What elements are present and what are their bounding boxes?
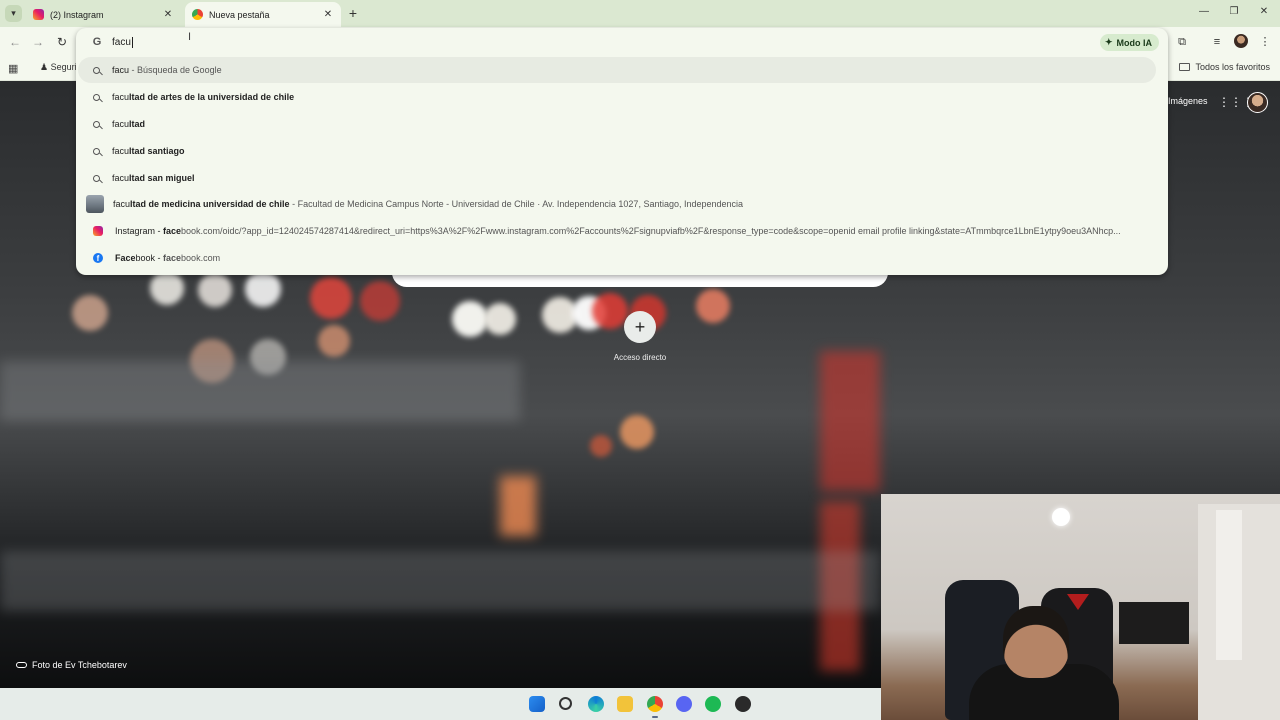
photo-credit-text: Foto de Ev Tchebotarev <box>32 660 127 670</box>
instagram-icon <box>33 9 44 20</box>
link-icon <box>16 662 27 668</box>
tab-title: (2) Instagram <box>50 9 104 20</box>
account-avatar[interactable] <box>1247 92 1268 113</box>
window-close-icon[interactable]: ✕ <box>1254 6 1274 17</box>
discord-icon[interactable] <box>676 696 692 712</box>
tab-title: Nueva pestaña <box>209 9 270 20</box>
suggestion-row[interactable]: facu - Búsqueda de Google <box>78 57 1156 83</box>
omnibox-text: facu <box>112 36 131 48</box>
suggestion-row[interactable]: facultad de artes de la universidad de c… <box>78 84 1156 110</box>
facebook-icon: f <box>93 253 103 263</box>
reload-icon[interactable]: ↻ <box>54 34 70 50</box>
file-explorer-icon[interactable] <box>617 696 633 712</box>
maximize-icon[interactable]: ❐ <box>1224 6 1244 17</box>
suggestion-url: book.com/oidc/?app_id=124024574287414&re… <box>181 226 1121 236</box>
running-indicator <box>652 716 658 718</box>
tab-search-chevron-icon[interactable]: ▾ <box>5 5 22 22</box>
search-icon <box>93 174 100 182</box>
add-shortcut-button[interactable]: + <box>624 311 656 343</box>
bookmark-label: Seguri <box>50 62 77 72</box>
chrome-icon <box>192 9 203 20</box>
photo-credit-link[interactable]: Foto de Ev Tchebotarev <box>16 660 127 670</box>
all-bookmarks-label: Todos los favoritos <box>1195 62 1270 72</box>
instagram-icon <box>93 226 103 236</box>
search-icon <box>93 93 100 101</box>
suggestion-completion: ltad santiago <box>129 146 185 156</box>
all-bookmarks-button[interactable]: Todos los favoritos <box>1179 62 1270 72</box>
close-tab-icon[interactable]: ✕ <box>161 9 175 20</box>
google-g-icon: G <box>92 36 102 48</box>
windows-start-icon[interactable] <box>529 696 545 712</box>
back-arrow-icon[interactable]: ← <box>7 34 23 50</box>
webcam-overlay <box>881 494 1280 720</box>
suggestion-row[interactable]: facultad santiago <box>78 138 1156 164</box>
suggestion-completion: ltad san miguel <box>129 173 195 183</box>
bookmark-favicon-icon: ♟ <box>40 62 49 72</box>
add-shortcut-label: Acceso directo <box>613 353 667 362</box>
suggestion-row[interactable]: facultad san miguel <box>78 165 1156 191</box>
windows-taskbar <box>0 688 881 720</box>
suggestion-completion: ltad <box>129 119 146 129</box>
tab-strip: ▾ (2) Instagram ✕ Nueva pestaña ✕ + — ❐ … <box>0 0 1280 27</box>
tab-new-tab[interactable]: Nueva pestaña ✕ <box>185 2 341 27</box>
sparkle-search-icon: ✦ <box>1105 37 1113 47</box>
suggestion-row[interactable]: facultad de medicina universidad de chil… <box>78 191 1156 217</box>
suggestion-title: Instagram - <box>115 226 164 236</box>
bookmark-item[interactable]: ♟ Seguri <box>40 62 77 73</box>
tab-instagram[interactable]: (2) Instagram ✕ <box>26 2 181 27</box>
search-icon <box>93 147 100 155</box>
suggestion-typed: facu <box>112 119 130 129</box>
minimize-icon[interactable]: — <box>1194 6 1214 17</box>
suggestion-typed: facu <box>112 146 130 156</box>
search-icon[interactable] <box>559 697 572 710</box>
suggestion-url-match: face <box>163 253 182 263</box>
suggestion-detail: - Facultad de Medicina Campus Norte - Un… <box>289 199 744 209</box>
suggestion-typed: facu <box>112 173 130 183</box>
suggestion-typed: facu <box>112 92 130 102</box>
text-caret <box>131 36 133 48</box>
profile-avatar[interactable] <box>1234 34 1248 48</box>
app-icon[interactable] <box>735 696 751 712</box>
search-icon <box>93 120 100 128</box>
text-cursor-ibeam-icon: I <box>188 31 192 43</box>
suggestion-title-match: Face <box>115 253 136 263</box>
suggestion-completion: ltad de artes de la universidad de chile <box>129 92 295 102</box>
folder-icon <box>1179 63 1191 71</box>
suggestion-title: book - <box>135 253 164 263</box>
suggestion-url: book.com <box>181 253 221 263</box>
suggestion-completion: ltad de medicina universidad de chile <box>130 199 290 209</box>
search-icon <box>93 66 100 74</box>
suggestion-typed: facu <box>113 199 131 209</box>
suggestion-url-match: face <box>163 226 182 236</box>
more-menu-icon[interactable]: ⋮ <box>1256 33 1274 51</box>
omnibox-input[interactable]: G facu <box>76 28 1168 56</box>
edge-icon[interactable] <box>588 696 604 712</box>
modo-ia-button[interactable]: ✦ Modo IA <box>1100 34 1160 51</box>
suggestion-row[interactable]: Instagram - facebook.com/oidc/?app_id=12… <box>78 218 1156 244</box>
spotify-icon[interactable] <box>705 696 721 712</box>
forward-arrow-icon[interactable]: → <box>30 34 46 50</box>
new-tab-plus-icon[interactable]: + <box>345 5 361 21</box>
suggestion-suffix: - Búsqueda de Google <box>129 65 222 75</box>
suggestion-row[interactable]: f Facebook - facebook.com <box>78 245 1156 271</box>
suggestion-typed: facu <box>112 65 130 75</box>
omnibox-dropdown: G facu facu - Búsqueda de Google faculta… <box>76 28 1168 275</box>
modo-ia-label: Modo IA <box>1116 37 1153 48</box>
extensions-icon[interactable]: ⧉ <box>1173 33 1191 51</box>
suggestion-row[interactable]: facultad <box>78 111 1156 137</box>
chrome-icon[interactable] <box>647 696 663 712</box>
close-tab-icon[interactable]: ✕ <box>321 9 335 20</box>
media-controls-icon[interactable]: ≡ <box>1208 33 1226 51</box>
apps-grid-icon[interactable]: ▦ <box>8 62 18 75</box>
images-link[interactable]: Imágenes <box>1168 96 1208 106</box>
place-thumbnail <box>86 195 104 213</box>
